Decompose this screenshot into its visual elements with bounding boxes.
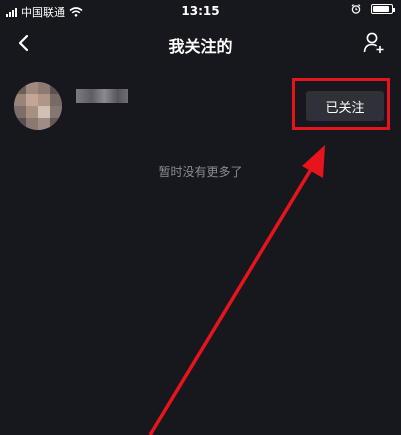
alarm-icon: [351, 4, 361, 14]
status-right: [351, 4, 395, 14]
avatar[interactable]: [14, 82, 62, 130]
status-time: 13:15: [181, 4, 220, 18]
no-more-text: 暂时没有更多了: [158, 165, 243, 179]
add-user-icon[interactable]: [363, 31, 385, 55]
page-title: 我关注的: [168, 37, 233, 56]
battery-level: [373, 6, 389, 12]
username-redacted[interactable]: [76, 89, 128, 103]
status-bar: 中国联通 13:15: [0, 0, 401, 22]
following-status-button[interactable]: 已关注: [306, 91, 384, 121]
battery-icon: [371, 4, 395, 14]
nav-bar: 我关注的: [0, 22, 401, 66]
